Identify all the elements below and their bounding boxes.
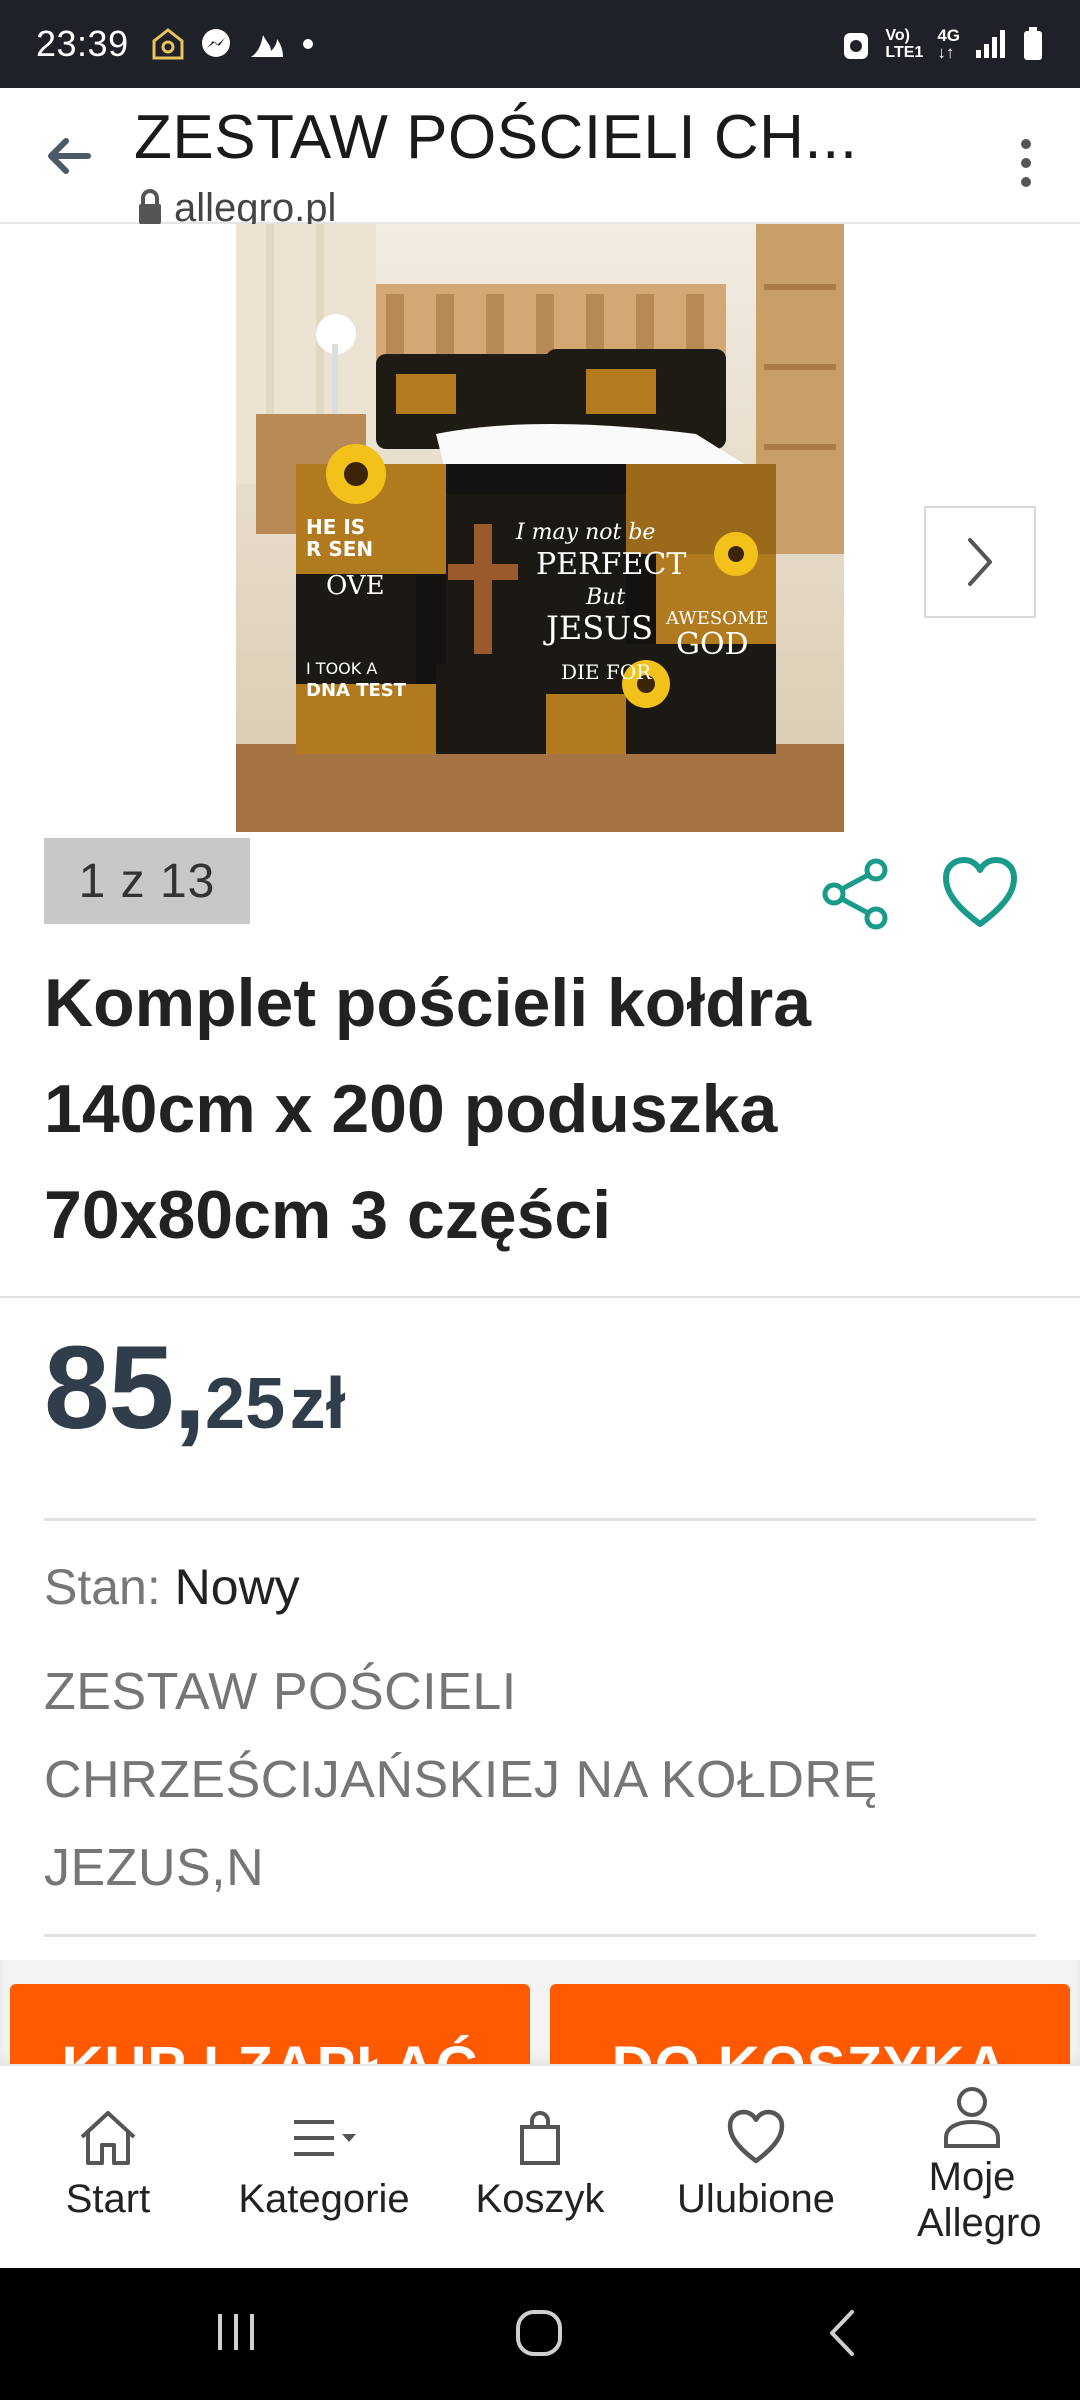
dot-icon — [1021, 139, 1031, 149]
nav-label: Start — [65, 2177, 151, 2221]
network-type: 4G ↓↑ — [937, 27, 960, 61]
svg-text:R SEN: R SEN — [306, 537, 373, 561]
nav-label: Moje Allegro — [917, 2155, 1042, 2245]
nav-item-ulubione[interactable]: Ulubione — [648, 2066, 864, 2268]
next-image-button[interactable] — [924, 506, 1036, 618]
svg-text:DNA TEST: DNA TEST — [306, 680, 407, 701]
signal-icon — [974, 28, 1008, 60]
nav-item-start[interactable]: Start — [0, 2066, 216, 2268]
share-icon — [822, 858, 888, 930]
svg-text:But: But — [585, 585, 625, 610]
svg-text:JESUS: JESUS — [543, 609, 653, 647]
condition-value: Nowy — [174, 1559, 300, 1615]
domain-text: allegro.pl — [174, 186, 337, 224]
price-cents: 25 — [205, 1364, 286, 1444]
add-to-cart-button[interactable]: DO KOSZYKA — [550, 1984, 1070, 2066]
alarm-icon — [841, 27, 871, 61]
price: 85,25 zł — [44, 1320, 346, 1456]
home-app-icon — [151, 27, 185, 61]
divider — [44, 1934, 1036, 1937]
notification-icons — [151, 27, 315, 61]
nav-item-koszyk[interactable]: Koszyk — [432, 2066, 648, 2268]
nav-item-moje-allegro[interactable]: Moje Allegro — [864, 2066, 1080, 2268]
browser-header: ZESTAW POŚCIELI CH... allegro.pl — [0, 88, 1080, 224]
heart-icon — [943, 857, 1017, 927]
volte-label: Vo) — [885, 27, 910, 44]
condition-label: Stan: — [44, 1559, 161, 1615]
nav-label: Kategorie — [238, 2177, 410, 2221]
image-counter: 1 z 13 — [44, 838, 250, 924]
price-currency: zł — [289, 1364, 346, 1444]
arrow-left-icon — [48, 138, 91, 174]
nav-label: Koszyk — [475, 2177, 605, 2221]
svg-text:OVE: OVE — [326, 571, 385, 601]
recents-icon — [218, 2314, 254, 2350]
menu-icon — [290, 2104, 358, 2172]
network-type-label: 4G — [937, 26, 960, 45]
price-main: 85, — [44, 1322, 206, 1454]
system-back-button[interactable] — [822, 2306, 862, 2365]
divider — [44, 1518, 1036, 1521]
page-title: ZESTAW POŚCIELI CH... — [134, 103, 858, 172]
user-icon — [942, 2082, 1002, 2150]
url-row[interactable]: allegro.pl — [136, 186, 336, 224]
system-icons: Vo) LTE1 4G ↓↑ — [841, 26, 1044, 62]
product-description: ZESTAW POŚCIELI CHRZEŚCIJAŃSKIEJ NA KOŁD… — [44, 1663, 878, 1897]
product-title: Komplet pościeli kołdra 140cm x 200 podu… — [44, 965, 812, 1253]
nav-item-kategorie[interactable]: Kategorie — [216, 2066, 432, 2268]
chevron-right-icon — [968, 538, 992, 586]
svg-text:I TOOK A: I TOOK A — [306, 659, 377, 678]
nav-label: Ulubione — [677, 2177, 835, 2221]
lte-label: LTE1 — [885, 44, 924, 61]
svg-text:I may not be: I may not be — [515, 520, 655, 545]
action-bar: KUP I ZAPŁAĆ DO KOSZYKA — [0, 1960, 1080, 2066]
favorite-button[interactable] — [940, 856, 1020, 932]
back-button[interactable] — [40, 128, 96, 184]
svg-text:DIE FOR: DIE FOR — [561, 660, 652, 684]
home-icon — [76, 2104, 140, 2172]
recents-button[interactable] — [214, 2310, 258, 2359]
chevron-left-icon — [830, 2310, 854, 2356]
dot-icon — [1021, 177, 1031, 187]
share-button[interactable] — [818, 856, 894, 932]
condition: Stan: Nowy — [44, 1558, 300, 1616]
buy-now-button[interactable]: KUP I ZAPŁAĆ — [10, 1984, 530, 2066]
status-time: 23:39 — [36, 23, 129, 64]
heart-icon — [725, 2104, 787, 2172]
battery-icon — [1022, 26, 1044, 62]
dot-icon — [301, 37, 315, 51]
dot-icon — [1021, 158, 1031, 168]
fire-app-icon — [247, 27, 287, 61]
more-options-button[interactable] — [996, 128, 1056, 198]
bottom-nav: Start Kategorie Koszyk Ulubione Moje All… — [0, 2064, 1080, 2268]
bedding-photo: I may not be PERFECT But JESUS DIE FOR H… — [236, 224, 844, 832]
data-arrows-icon: ↓↑ — [937, 43, 955, 62]
home-circle-icon — [516, 2310, 562, 2356]
product-image[interactable]: I may not be PERFECT But JESUS DIE FOR H… — [236, 224, 844, 832]
bag-icon — [516, 2104, 564, 2172]
home-button[interactable] — [514, 2308, 564, 2363]
android-nav-bar — [0, 2268, 1080, 2400]
svg-text:AWESOME: AWESOME — [665, 608, 769, 629]
svg-text:HE IS: HE IS — [306, 515, 365, 539]
svg-text:GOD: GOD — [676, 627, 749, 662]
svg-text:PERFECT: PERFECT — [536, 547, 686, 582]
volte-indicator: Vo) LTE1 — [885, 27, 923, 61]
messenger-icon — [199, 27, 233, 61]
status-bar: 23:39 Vo) LTE1 4G ↓↑ — [0, 0, 1080, 88]
lock-icon — [136, 186, 164, 224]
divider — [0, 1296, 1080, 1298]
